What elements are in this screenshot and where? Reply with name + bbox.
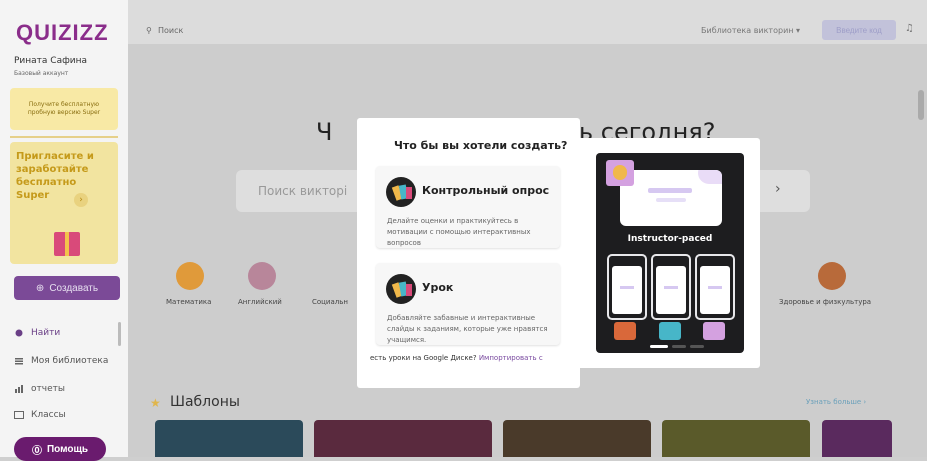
plus-circle-icon: ⊕	[35, 282, 45, 294]
sidebar-item-find[interactable]: Найти	[14, 328, 60, 338]
option-title: Урок	[422, 281, 454, 294]
upgrade-text: Получите бесплатную пробную версию Super	[27, 100, 101, 116]
sidebar-item-label: отчеты	[31, 384, 65, 394]
library-icon	[14, 357, 24, 365]
topbar	[128, 0, 927, 44]
student-avatar-icon	[703, 322, 725, 340]
gift-icon	[54, 232, 80, 256]
subject-math-label[interactable]: Математика	[166, 298, 211, 306]
subject-health-icon[interactable]	[818, 262, 846, 290]
help-button[interactable]: ⓪ Помощь	[14, 437, 106, 461]
template-card[interactable]	[155, 420, 303, 457]
classes-icon	[14, 411, 24, 419]
import-link[interactable]: Импортировать с	[479, 354, 543, 362]
template-card[interactable]	[662, 420, 810, 457]
modal-title: Что бы вы хотели создать?	[394, 139, 568, 152]
option-description: Добавляйте забавные и интерактивные слай…	[387, 314, 548, 345]
help-icon: ⓪	[31, 445, 42, 457]
preview-label: Instructor-paced	[627, 234, 713, 244]
template-card[interactable]	[822, 420, 892, 457]
user-name[interactable]: Рината Сафина	[14, 56, 87, 66]
subject-english-icon[interactable]	[248, 262, 276, 290]
quizizz-logo[interactable]: QUIZIZZ	[16, 20, 109, 46]
library-dropdown[interactable]: Библиотека викторин ▾	[701, 26, 800, 35]
sidebar-item-label: Найти	[31, 328, 61, 338]
import-question: есть уроки на Google Диске?	[370, 354, 477, 362]
page-scrollbar[interactable]	[918, 90, 924, 120]
phone-icon	[695, 254, 735, 320]
sidebar-item-label: Классы	[31, 410, 66, 420]
enter-code-button[interactable]: Введите код	[822, 20, 896, 40]
phone-icon	[607, 254, 647, 320]
template-card[interactable]	[314, 420, 492, 457]
student-avatar-icon	[659, 322, 681, 340]
sidebar-item-reports[interactable]: отчеты	[14, 384, 65, 394]
subject-health-label[interactable]: Здоровье и физкультура	[779, 298, 871, 306]
import-footer: есть уроки на Google Диске? Импортироват…	[370, 354, 570, 362]
instructor-avatar-icon	[606, 160, 634, 186]
carousel-dot[interactable]	[690, 345, 704, 348]
phone-icon	[651, 254, 691, 320]
sidebar-divider	[10, 136, 118, 138]
chevron-right-icon[interactable]: ›	[74, 193, 88, 207]
option-description: Делайте оценки и практикуйтесь в мотивац…	[387, 217, 531, 248]
lesson-icon	[386, 274, 416, 304]
subject-social-label[interactable]: Социальн	[312, 298, 348, 306]
compass-icon	[14, 329, 24, 337]
sidebar-scrollbar[interactable]	[118, 322, 121, 346]
search-input[interactable]: Поиск	[158, 26, 183, 35]
main-search-submit[interactable]	[760, 170, 810, 212]
help-label: Помощь	[46, 443, 89, 455]
create-modal	[357, 118, 580, 388]
sidebar-item-label: Моя библиотека	[31, 356, 109, 366]
create-button[interactable]: ⊕ Создавать	[14, 276, 120, 300]
preview-screen	[620, 170, 722, 226]
carousel-dot[interactable]	[672, 345, 686, 348]
main-search-placeholder: Поиск викторі	[258, 184, 348, 198]
sidebar-item-classes[interactable]: Классы	[14, 410, 66, 420]
bell-icon[interactable]: ♫	[905, 23, 914, 34]
star-icon: ★	[150, 396, 161, 410]
template-card[interactable]	[503, 420, 651, 457]
templates-heading: Шаблоны	[170, 394, 240, 410]
see-more-link[interactable]: Узнать больше ›	[806, 398, 866, 406]
carousel-dot-active[interactable]	[650, 345, 668, 348]
subject-english-label[interactable]: Английский	[238, 298, 282, 306]
hero-heading-left: Ч	[316, 118, 333, 146]
quiz-icon	[386, 177, 416, 207]
subject-math-icon[interactable]	[176, 262, 204, 290]
option-quiz[interactable]: Контрольный опрос Делайте оценки и практ…	[376, 166, 560, 248]
account-type: Базовый аккаунт	[14, 70, 69, 77]
search-icon: ⚲	[146, 26, 152, 35]
arrow-right-icon: ›	[775, 181, 781, 197]
option-title: Контрольный опрос	[422, 184, 550, 197]
reports-icon	[14, 385, 24, 393]
sidebar-item-library[interactable]: Моя библиотека	[14, 356, 108, 366]
upgrade-banner[interactable]: Получите бесплатную пробную версию Super	[10, 88, 118, 130]
option-lesson[interactable]: Урок Добавляйте забавные и интерактивные…	[376, 263, 560, 345]
student-avatar-icon	[614, 322, 636, 340]
create-label: Создавать	[49, 282, 99, 294]
